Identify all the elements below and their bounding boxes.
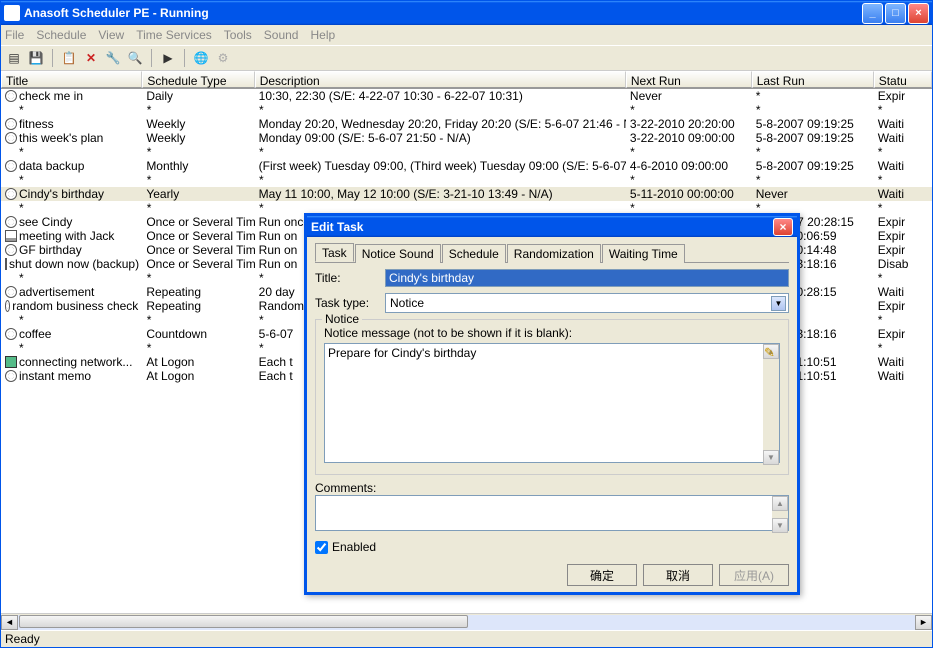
scroll-track[interactable] (18, 615, 915, 630)
cancel-button[interactable]: 取消 (643, 564, 713, 586)
task-type-select[interactable]: Notice ▼ (385, 293, 789, 313)
task-icon (5, 328, 17, 340)
task-icon (5, 230, 17, 242)
menu-help[interactable]: Help (310, 28, 335, 42)
table-row[interactable]: ****** (1, 173, 932, 187)
tool-new-icon[interactable]: ▤ (5, 49, 23, 67)
notice-hint: Notice message (not to be shown if it is… (324, 326, 780, 340)
scroll-down-icon[interactable]: ▼ (772, 518, 788, 533)
notice-group: Notice Notice message (not to be shown i… (315, 319, 789, 475)
dialog-titlebar[interactable]: Edit Task × (307, 216, 797, 237)
tab-task[interactable]: Task (315, 243, 354, 262)
col-last[interactable]: Last Run (752, 71, 874, 88)
task-icon (5, 258, 7, 270)
edit-pencil-icon[interactable]: ✎ (764, 345, 778, 359)
scroll-left-icon[interactable]: ◄ (1, 615, 18, 630)
task-icon (5, 188, 17, 200)
app-icon (4, 5, 20, 21)
menu-tools[interactable]: Tools (224, 28, 252, 42)
menu-sound[interactable]: Sound (264, 28, 299, 42)
table-row[interactable]: check me inDaily10:30, 22:30 (S/E: 4-22-… (1, 89, 932, 103)
grid-header: Title Schedule Type Description Next Run… (1, 71, 932, 89)
tab-waiting-time[interactable]: Waiting Time (602, 244, 685, 263)
dialog-close-button[interactable]: × (773, 218, 793, 236)
col-next[interactable]: Next Run (626, 71, 752, 88)
tool-delete-icon[interactable]: ✕ (82, 49, 100, 67)
menubar: File Schedule View Time Services Tools S… (1, 25, 932, 45)
tab-randomization[interactable]: Randomization (507, 244, 601, 263)
menu-time-services[interactable]: Time Services (136, 28, 212, 42)
task-icon (5, 160, 17, 172)
table-row[interactable]: ****** (1, 103, 932, 117)
dialog-tabstrip: Task Notice Sound Schedule Randomization… (315, 243, 789, 263)
task-icon (5, 356, 17, 368)
comments-label: Comments: (315, 481, 789, 495)
task-icon (5, 90, 17, 102)
task-icon (5, 370, 17, 382)
tab-schedule[interactable]: Schedule (442, 244, 506, 263)
title-label: Title: (315, 271, 379, 285)
menu-schedule[interactable]: Schedule (36, 28, 86, 42)
task-icon (5, 216, 17, 228)
dialog-buttons: 确定 取消 应用(A) (307, 558, 797, 592)
task-icon (5, 244, 17, 256)
window-title: Anasoft Scheduler PE - Running (24, 6, 862, 20)
edit-task-dialog: Edit Task × Task Notice Sound Schedule R… (304, 213, 800, 595)
tool-settings-icon[interactable]: ⚙ (214, 49, 232, 67)
tool-save-icon[interactable]: 💾 (27, 49, 45, 67)
table-row[interactable]: ****** (1, 145, 932, 159)
tab-notice-sound[interactable]: Notice Sound (355, 244, 441, 263)
col-title[interactable]: Title (1, 71, 142, 88)
enabled-checkbox[interactable] (315, 541, 328, 554)
type-label: Task type: (315, 296, 379, 310)
task-icon (5, 300, 10, 312)
scroll-right-icon[interactable]: ► (915, 615, 932, 630)
tool-run-icon[interactable]: ▶ (159, 49, 177, 67)
tool-copy-icon[interactable]: 📋 (60, 49, 78, 67)
ok-button[interactable]: 确定 (567, 564, 637, 586)
hscrollbar[interactable]: ◄ ► (1, 613, 932, 630)
scroll-thumb[interactable] (19, 615, 468, 628)
task-icon (5, 286, 17, 298)
tool-properties-icon[interactable]: 🔧 (104, 49, 122, 67)
tool-find-icon[interactable]: 🔍 (126, 49, 144, 67)
table-row[interactable]: fitnessWeeklyMonday 20:20, Wednesday 20:… (1, 117, 932, 131)
task-icon (5, 132, 17, 144)
apply-button[interactable]: 应用(A) (719, 564, 789, 586)
dropdown-icon[interactable]: ▼ (771, 296, 786, 311)
col-desc[interactable]: Description (255, 71, 626, 88)
table-row[interactable]: Cindy's birthdayYearlyMay 11 10:00, May … (1, 187, 932, 201)
tool-globe-icon[interactable]: 🌐 (192, 49, 210, 67)
scroll-down-icon[interactable]: ▼ (763, 450, 779, 465)
task-icon (5, 118, 17, 130)
close-button[interactable]: × (908, 3, 929, 24)
scroll-up-icon[interactable]: ▲ (772, 496, 788, 511)
comments-input[interactable] (315, 495, 789, 531)
maximize-button[interactable]: □ (885, 3, 906, 24)
enabled-label: Enabled (332, 540, 376, 554)
task-type-value: Notice (390, 296, 424, 310)
minimize-button[interactable]: _ (862, 3, 883, 24)
notice-legend: Notice (322, 312, 362, 326)
titlebar[interactable]: Anasoft Scheduler PE - Running _ □ × (1, 1, 932, 25)
toolbar: ▤ 💾 📋 ✕ 🔧 🔍 ▶ 🌐 ⚙ (1, 45, 932, 71)
table-row[interactable]: data backupMonthly(First week) Tuesday 0… (1, 159, 932, 173)
menu-file[interactable]: File (5, 28, 24, 42)
comments-vscroll[interactable]: ▲ ▼ (772, 496, 788, 533)
dialog-title: Edit Task (311, 220, 363, 234)
col-type[interactable]: Schedule Type (142, 71, 254, 88)
title-input[interactable]: Cindy's birthday (385, 269, 789, 287)
textarea-vscroll[interactable]: ▲ ▼ (763, 344, 779, 465)
menu-view[interactable]: View (98, 28, 124, 42)
statusbar: Ready (1, 630, 932, 647)
notice-message-input[interactable] (324, 343, 780, 463)
table-row[interactable]: this week's planWeeklyMonday 09:00 (S/E:… (1, 131, 932, 145)
col-status[interactable]: Statu (874, 71, 932, 88)
